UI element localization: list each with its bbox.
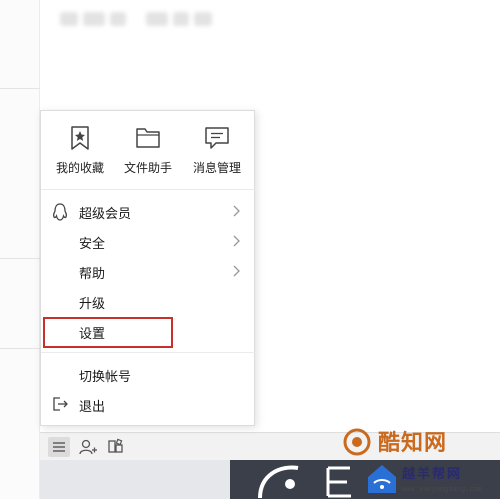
menu-item-label: 升级 xyxy=(79,297,106,312)
watermark-brand-primary: 酷知网 xyxy=(378,431,448,456)
main-menu-popup: 我的收藏 文件助手 消息管理 超级会员 安全 帮助 升级 设置 切换帐号 退出 xyxy=(40,110,256,426)
menu-item-label: 退出 xyxy=(79,400,106,415)
logout-icon xyxy=(53,397,68,411)
watermark-brand-secondary: 越羊帮网 xyxy=(402,467,463,482)
menu-divider xyxy=(41,189,256,190)
menu-item-label: 安全 xyxy=(79,237,106,252)
quick-action-label: 消息管理 xyxy=(192,161,241,175)
menu-item-label: 超级会员 xyxy=(79,207,132,222)
watermark-logo-icon xyxy=(343,428,371,456)
watermark-house-icon xyxy=(368,465,396,493)
penguin-icon xyxy=(52,203,68,221)
quick-action-label: 文件助手 xyxy=(123,161,172,175)
left-panel-divider xyxy=(0,258,40,259)
watermark-url: www.yueyangbang.com xyxy=(402,485,483,493)
left-panel-strip xyxy=(0,0,40,499)
settings-highlight-box xyxy=(43,317,173,348)
menu-item-upgrade[interactable]: 升级 xyxy=(41,286,256,316)
menu-item-label: 切换帐号 xyxy=(79,370,132,385)
chevron-right-icon xyxy=(233,235,240,247)
menu-item-label: 帮助 xyxy=(79,267,106,282)
blurred-username xyxy=(60,12,212,28)
star-bookmark-icon xyxy=(71,126,89,150)
quick-actions-row: 我的收藏 文件助手 消息管理 xyxy=(41,111,256,187)
menu-item-help[interactable]: 帮助 xyxy=(41,256,256,286)
decorative-swoosh-icon xyxy=(258,465,299,499)
menu-icon[interactable] xyxy=(48,437,70,457)
left-panel-divider xyxy=(0,88,40,89)
add-contact-icon[interactable] xyxy=(78,437,98,457)
quick-action-label: 我的收藏 xyxy=(55,161,104,175)
menu-item-super-vip[interactable]: 超级会员 xyxy=(41,196,256,226)
left-panel-divider xyxy=(0,348,40,349)
menu-item-switch-account[interactable]: 切换帐号 xyxy=(41,359,256,389)
watermark: 酷知网 越羊帮网 www.yueyangbang.com xyxy=(340,425,500,499)
message-icon xyxy=(205,127,229,149)
folder-icon xyxy=(136,128,160,148)
menu-item-logout[interactable]: 退出 xyxy=(41,389,256,419)
chevron-right-icon xyxy=(233,205,240,217)
app-manager-icon[interactable] xyxy=(106,437,126,457)
menu-divider xyxy=(41,352,256,353)
chevron-right-icon xyxy=(233,265,240,277)
quick-action-file-assistant[interactable]: 文件助手 xyxy=(114,125,182,176)
quick-action-favorites[interactable]: 我的收藏 xyxy=(46,125,114,176)
menu-item-security[interactable]: 安全 xyxy=(41,226,256,256)
quick-action-message-manager[interactable]: 消息管理 xyxy=(183,125,251,176)
